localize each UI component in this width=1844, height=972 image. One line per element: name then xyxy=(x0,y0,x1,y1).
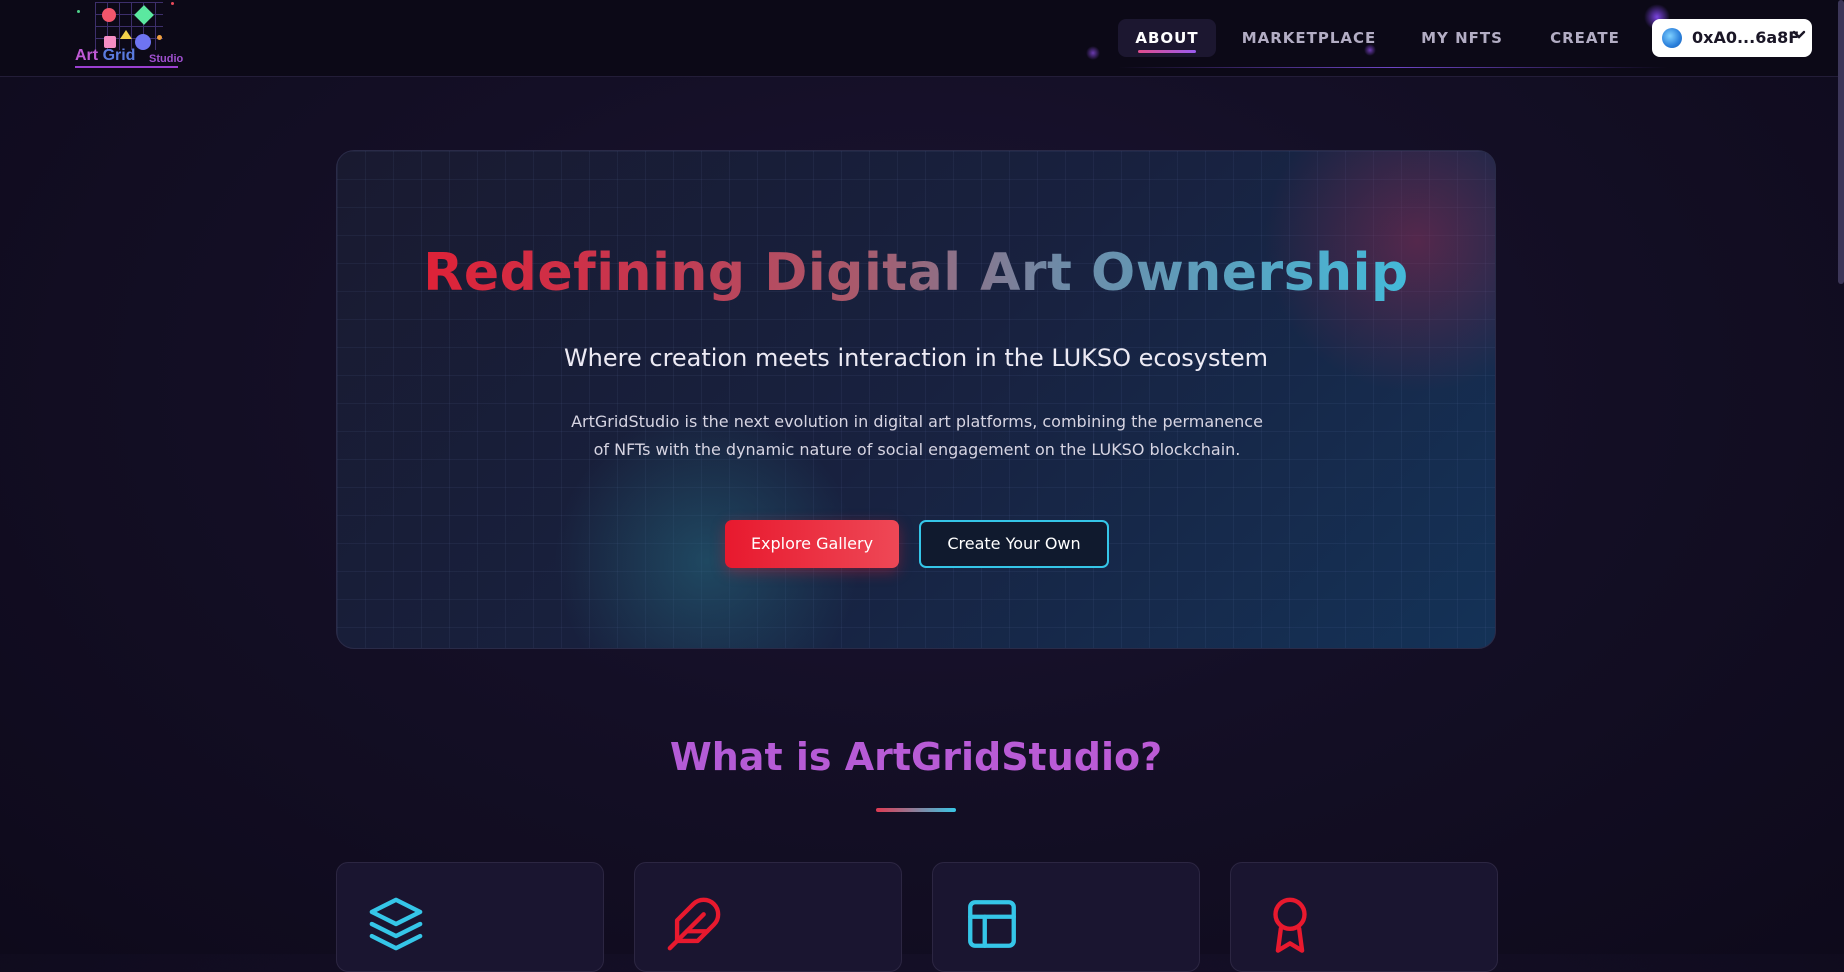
logo-word-art: Art xyxy=(75,47,99,64)
hero-description: ArtGridStudio is the next evolution in d… xyxy=(571,412,1263,459)
nav-item-my-nfts[interactable]: MY NFTS xyxy=(1407,19,1517,57)
nav-item-marketplace[interactable]: MARKETPLACE xyxy=(1236,19,1382,57)
feature-card xyxy=(634,862,902,972)
logo-yellow-triangle xyxy=(120,30,132,39)
logo-underline xyxy=(75,66,178,68)
wallet-button[interactable]: 0xA0...6a8F xyxy=(1652,19,1812,57)
explore-gallery-button[interactable]: Explore Gallery xyxy=(725,520,899,568)
wallet-address: 0xA0...6a8F xyxy=(1692,28,1800,47)
section-title-underline xyxy=(876,808,956,812)
feature-card xyxy=(1230,862,1498,972)
nav-glow-line xyxy=(1118,67,1668,68)
top-navigation-bar: Art Grid Studio ABOUT MARKETPLACE MY NFT… xyxy=(0,0,1844,77)
layout-icon xyxy=(968,900,1016,948)
feature-card xyxy=(336,862,604,972)
logo-blue-circle xyxy=(135,34,151,50)
feature-card xyxy=(932,862,1200,972)
logo-red-dot xyxy=(171,2,174,5)
logo-word-studio: Studio xyxy=(149,53,184,65)
decorative-glow-dot xyxy=(1086,46,1100,60)
feather-icon xyxy=(667,897,721,951)
logo-word-grid: Grid xyxy=(102,47,136,64)
logo-orange-dot xyxy=(157,35,162,40)
hero-subtitle: Where creation meets interaction in the … xyxy=(563,344,1269,372)
about-section-title: What is ArtGridStudio? xyxy=(0,735,1832,779)
logo-wordmark: Art Grid xyxy=(75,47,135,65)
chevron-down-icon xyxy=(1792,27,1806,45)
hero-title: Redefining Digital Art Ownership xyxy=(337,243,1495,303)
layers-icon xyxy=(369,897,423,951)
page-scrollbar[interactable] xyxy=(1838,0,1844,284)
create-your-own-button[interactable]: Create Your Own xyxy=(919,520,1109,568)
logo-green-dot xyxy=(77,10,80,13)
hero-section: Redefining Digital Art Ownership Where c… xyxy=(336,150,1496,649)
artgrid-logo[interactable]: Art Grid Studio xyxy=(75,2,183,70)
award-icon xyxy=(1273,897,1307,953)
nav-item-about[interactable]: ABOUT xyxy=(1118,19,1216,57)
nav-item-create[interactable]: CREATE xyxy=(1538,19,1632,57)
logo-red-circle xyxy=(102,8,116,22)
globe-icon xyxy=(1662,28,1682,48)
